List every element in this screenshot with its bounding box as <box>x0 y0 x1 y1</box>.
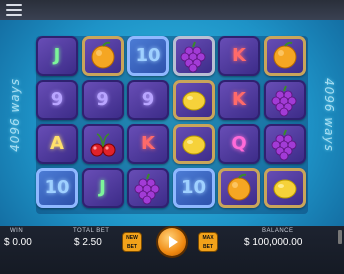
max-bet-label-2: BET <box>203 244 213 250</box>
win-label: WIN <box>10 228 24 234</box>
symbol-letter: J <box>99 177 106 198</box>
balance-value: $ 100,000.00 <box>244 237 303 248</box>
reel-symbol-orange <box>218 168 260 208</box>
symbol-letter: 10 <box>44 177 70 198</box>
reel-symbol-lemon <box>263 168 306 208</box>
side-indicator <box>338 230 342 244</box>
reel-symbol-9: 9 <box>36 80 78 120</box>
win-value: $ 0.00 <box>4 237 32 248</box>
reel-symbol-orange <box>81 36 124 76</box>
symbol-letter: 9 <box>141 89 155 110</box>
reel-symbol-10: 10 <box>172 168 215 208</box>
new-bet-label-1: NEW <box>126 235 138 241</box>
reel-symbol-k: K <box>127 124 169 164</box>
reel-symbol-j: J <box>36 36 78 76</box>
play-icon <box>169 236 178 248</box>
reel-symbol-k: K <box>218 36 260 76</box>
reel-symbol-orange <box>263 36 306 76</box>
symbol-letter: 9 <box>96 89 109 110</box>
reel-symbol-j: J <box>81 168 124 208</box>
lemon-icon <box>182 135 205 155</box>
balance-label: BALANCE <box>262 228 294 234</box>
ways-label-left: 4096 ways <box>8 78 22 152</box>
symbol-letter: A <box>50 133 64 154</box>
reel-symbol-grapes <box>263 80 306 120</box>
lemon-icon <box>182 91 205 111</box>
symbol-letter: K <box>232 45 246 66</box>
grapes-icon <box>271 129 296 161</box>
reel-symbol-grapes <box>172 36 215 76</box>
orange-icon <box>227 173 251 201</box>
reel-symbol-k: K <box>218 80 260 120</box>
lemon-icon <box>273 179 296 199</box>
total-bet-label: TOTAL BET <box>73 228 110 234</box>
reel-symbol-q: Q <box>218 124 260 164</box>
reel-symbol-10: 10 <box>127 36 169 76</box>
spin-button[interactable] <box>158 228 186 256</box>
reel-symbol-a: A <box>36 124 78 164</box>
max-bet-button[interactable]: MAX BET <box>198 232 218 252</box>
reel-symbol-lemon <box>172 80 215 120</box>
grapes-icon <box>271 85 296 117</box>
symbol-letter: K <box>232 89 246 110</box>
symbol-letter: K <box>141 133 155 154</box>
symbol-letter: 10 <box>180 177 207 198</box>
symbol-letter: J <box>53 45 61 66</box>
orange-icon <box>273 41 296 69</box>
top-bar <box>0 0 344 20</box>
grapes-icon <box>134 173 160 205</box>
reel-symbol-cherries <box>81 124 124 164</box>
cherries-icon <box>90 133 115 157</box>
max-bet-label-1: MAX <box>202 235 214 241</box>
reel-symbol-9: 9 <box>81 80 124 120</box>
ways-label-right: 4096 ways <box>322 78 336 152</box>
symbol-letter: Q <box>231 133 247 154</box>
reel-symbol-grapes <box>263 124 306 164</box>
grapes-icon <box>180 41 205 73</box>
symbol-letter: 9 <box>50 89 64 110</box>
reel-symbol-9: 9 <box>127 80 169 120</box>
total-bet-value: $ 2.50 <box>74 237 102 248</box>
reel-grid: J 9 A 10 9 J 10 9 K 10 K K Q <box>36 36 308 214</box>
new-bet-button[interactable]: NEW BET <box>122 232 142 252</box>
orange-icon <box>91 41 114 69</box>
reel-symbol-grapes <box>127 168 169 208</box>
reel-symbol-lemon <box>172 124 215 164</box>
symbol-letter: 10 <box>135 45 161 66</box>
menu-icon[interactable] <box>6 4 22 16</box>
new-bet-label-2: BET <box>127 244 137 250</box>
reel-symbol-10: 10 <box>36 168 78 208</box>
